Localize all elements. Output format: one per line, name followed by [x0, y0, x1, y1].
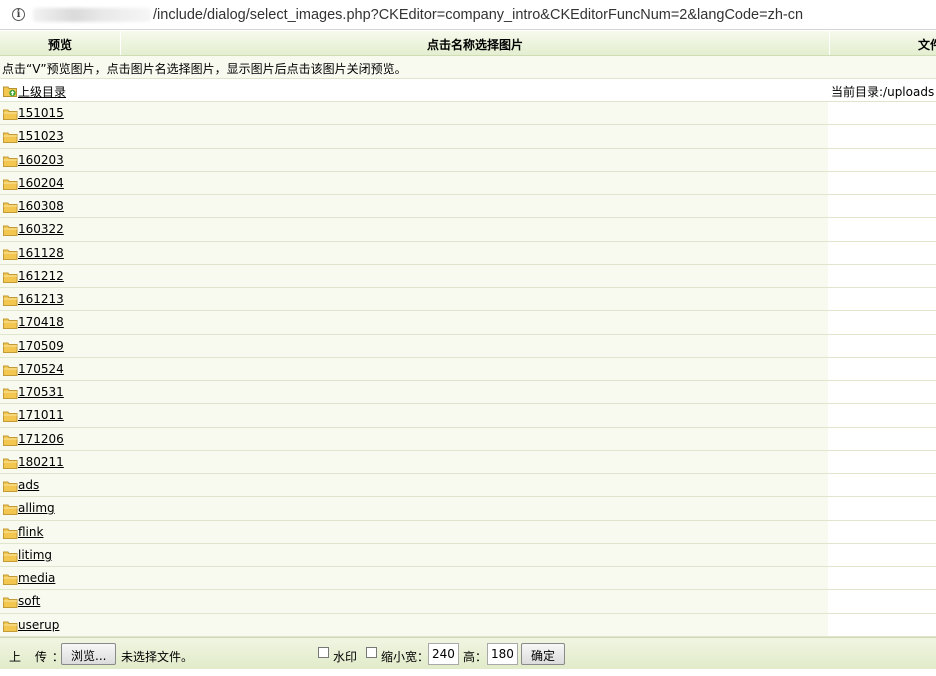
parent-folder-icon	[3, 86, 17, 97]
header-preview: 预览	[48, 38, 73, 52]
watermark-checkbox[interactable]	[318, 647, 329, 658]
folder-link[interactable]: 161212	[18, 269, 64, 283]
folder-icon	[3, 272, 18, 283]
folder-link[interactable]: 171206	[18, 432, 64, 446]
list-item: 160322	[0, 218, 936, 242]
folder-link[interactable]: 180211	[18, 455, 64, 469]
url-text[interactable]: /include/dialog/select_images.php?CKEdit…	[153, 7, 803, 23]
list-item: 170509	[0, 334, 936, 358]
thumbnail-checkbox[interactable]	[366, 647, 377, 658]
folder-link[interactable]: 170418	[18, 315, 64, 329]
folder-link[interactable]: 171011	[18, 408, 64, 422]
folder-icon	[3, 179, 18, 190]
folder-list: 151015 151023 160203 160204 160308 16032…	[0, 102, 936, 637]
list-item: 161212	[0, 264, 936, 288]
folder-icon	[3, 435, 18, 446]
list-item: 171011	[0, 404, 936, 428]
folder-link[interactable]: media	[18, 571, 55, 585]
folder-link[interactable]: flink	[18, 525, 43, 539]
folder-icon	[3, 132, 18, 144]
folder-icon	[3, 574, 18, 585]
folder-link[interactable]: 170524	[18, 362, 64, 376]
list-item: 160204	[0, 171, 936, 195]
folder-link[interactable]: userup	[18, 618, 59, 632]
list-item: allimg	[0, 497, 936, 521]
thumb-width-input[interactable]: 240	[428, 643, 459, 665]
folder-link[interactable]: 160308	[18, 199, 64, 213]
header-name: 点击名称选择图片	[427, 38, 524, 52]
header-file: 文件	[918, 38, 936, 52]
folder-link[interactable]: 151023	[18, 129, 64, 143]
folder-link[interactable]: allimg	[18, 501, 55, 515]
list-item: litimg	[0, 543, 936, 567]
list-item: ads	[0, 474, 936, 498]
folder-link[interactable]: 161213	[18, 292, 64, 306]
folder-icon	[3, 621, 18, 632]
folder-icon	[3, 342, 18, 353]
folder-link[interactable]: 160322	[18, 222, 64, 236]
header-divider	[829, 31, 830, 55]
thumb-height-input[interactable]: 180	[487, 643, 518, 665]
folder-icon	[3, 365, 18, 376]
folder-icon	[3, 597, 18, 609]
list-item: 160308	[0, 195, 936, 219]
list-item: 161128	[0, 241, 936, 265]
list-item: 151015	[0, 102, 936, 126]
folder-icon	[3, 528, 18, 539]
folder-link[interactable]: soft	[18, 594, 40, 608]
upload-label: 上 传：	[9, 650, 69, 664]
blurred-host	[33, 7, 151, 22]
list-item: 161213	[0, 288, 936, 312]
folder-link[interactable]: 151015	[18, 106, 64, 120]
list-item: 171206	[0, 427, 936, 451]
upload-bar: 上 传： 浏览... 未选择文件。 水印 缩小宽： 240 高： 180 确定	[0, 637, 936, 669]
list-item: 170531	[0, 381, 936, 405]
list-item: 170524	[0, 357, 936, 381]
list-item: 180211	[0, 450, 936, 474]
folder-icon	[3, 551, 18, 562]
list-item: 160203	[0, 148, 936, 172]
list-item: 151023	[0, 125, 936, 149]
parent-directory-row: 上级目录 当前目录:/uploads	[0, 79, 936, 102]
folder-icon	[3, 295, 18, 306]
current-directory: 当前目录:/uploads	[831, 85, 935, 99]
list-item: soft	[0, 590, 936, 614]
folder-link[interactable]: 160204	[18, 176, 64, 190]
folder-icon	[3, 202, 18, 213]
folder-icon	[3, 318, 18, 330]
table-header: 预览 点击名称选择图片 文件	[0, 31, 936, 56]
folder-link[interactable]: 161128	[18, 246, 64, 260]
folder-icon	[3, 225, 18, 237]
list-item: media	[0, 567, 936, 591]
thumb-height-label: 高：	[463, 650, 488, 664]
list-item: flink	[0, 520, 936, 544]
folder-icon	[3, 388, 18, 399]
folder-icon	[3, 504, 18, 516]
list-item: userup	[0, 613, 936, 637]
address-bar[interactable]: i /include/dialog/select_images.php?CKEd…	[0, 0, 936, 30]
folder-icon	[3, 458, 18, 469]
browse-button[interactable]: 浏览...	[61, 643, 117, 665]
folder-link[interactable]: 170509	[18, 339, 64, 353]
folder-icon	[3, 156, 18, 167]
folder-link[interactable]: litimg	[18, 548, 52, 562]
confirm-button[interactable]: 确定	[521, 643, 566, 665]
list-item: 170418	[0, 311, 936, 335]
folder-icon	[3, 249, 18, 260]
header-divider	[120, 31, 121, 55]
folder-link[interactable]: 160203	[18, 153, 64, 167]
watermark-label: 水印	[333, 650, 358, 664]
folder-icon	[3, 411, 18, 423]
no-file-status: 未选择文件。	[121, 650, 194, 664]
folder-icon	[3, 481, 18, 492]
folder-link[interactable]: ads	[18, 478, 39, 492]
instruction-tip: 点击“V”预览图片，点击图片名选择图片，显示图片后点击该图片关闭预览。	[0, 56, 936, 79]
folder-icon	[3, 109, 18, 120]
info-icon[interactable]: i	[12, 8, 25, 21]
thumb-width-label: 缩小宽：	[381, 650, 430, 664]
parent-directory-link[interactable]: 上级目录	[18, 83, 66, 100]
folder-link[interactable]: 170531	[18, 385, 64, 399]
